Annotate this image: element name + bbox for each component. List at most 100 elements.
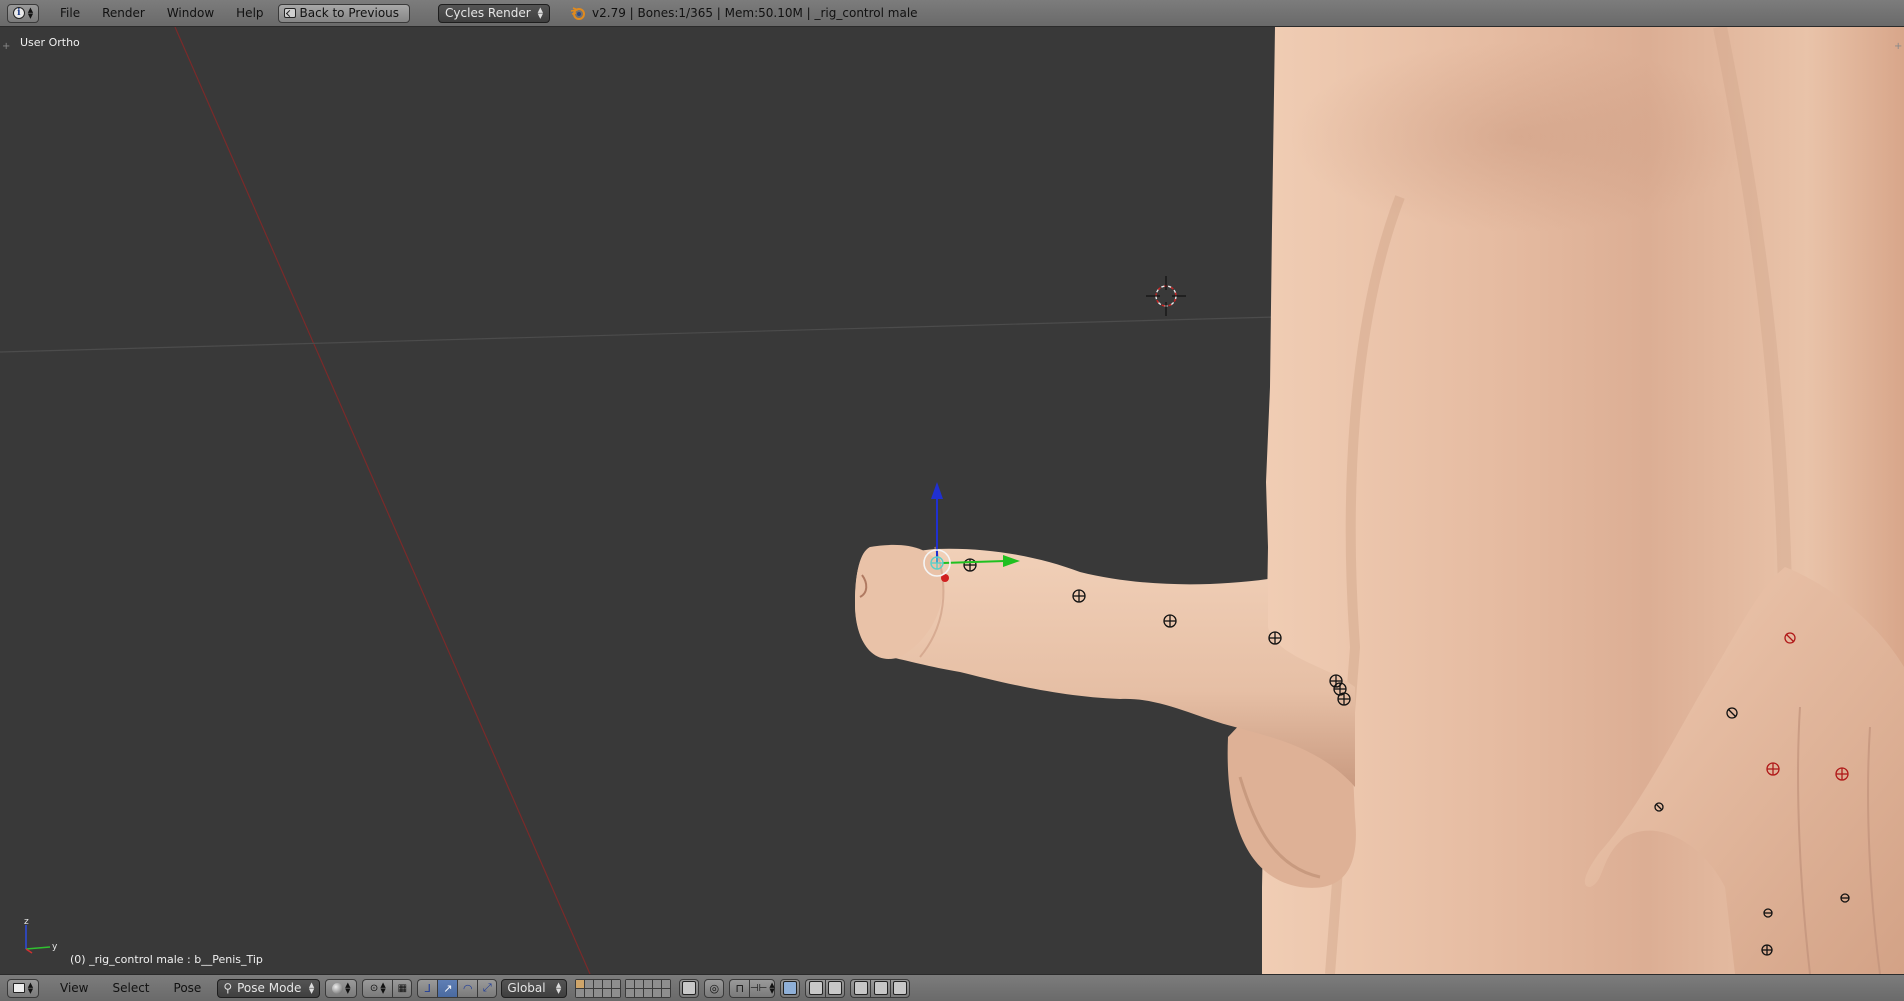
layer-button[interactable] <box>644 979 653 988</box>
transform-orientation-select[interactable]: Global ▲ ▼ <box>501 978 568 998</box>
active-object-label: (0) _rig_control male : b__Penis_Tip <box>70 953 263 966</box>
layer-button[interactable] <box>626 988 635 997</box>
layer-button[interactable] <box>612 979 621 988</box>
viewport-scene[interactable] <box>0 27 1904 974</box>
manipulator-rotate-button[interactable]: ◠ <box>457 978 478 998</box>
interaction-mode-value: Pose Mode <box>237 981 302 995</box>
updown-arrows-icon: ▲ ▼ <box>555 981 562 995</box>
editor-type-button[interactable]: ▲ ▼ <box>7 978 39 998</box>
paste-pose-button[interactable] <box>825 978 846 998</box>
scene-layers[interactable] <box>575 978 672 998</box>
shading-sphere-icon <box>332 982 344 994</box>
render-engine-select[interactable]: Cycles Render ▲ ▼ <box>438 3 551 23</box>
render-animation-viewport-button[interactable] <box>870 978 891 998</box>
rotate-arc-icon: ◠ <box>463 981 473 995</box>
updown-arrows-icon: ▲ ▼ <box>537 6 544 20</box>
pivot-point-icon: ⊙ <box>369 982 379 994</box>
proportional-editing-icon: ◎ <box>709 981 720 995</box>
manipulator-toggle-button[interactable]: ⅃ <box>417 978 438 998</box>
layer-button[interactable] <box>585 988 594 997</box>
camera-icon <box>853 981 868 995</box>
manipulator-scale-button[interactable]: ⤢ <box>477 978 498 998</box>
bone-joint[interactable] <box>1761 944 1773 956</box>
copy-pose-button[interactable] <box>805 978 826 998</box>
layer-button[interactable] <box>603 988 612 997</box>
copy-pose-icon <box>808 981 823 995</box>
layer-button[interactable] <box>594 988 603 997</box>
region-toggle-left-icon[interactable]: + <box>2 42 10 52</box>
translate-arrow-icon: ↗ <box>443 981 453 995</box>
lock-camera-layers-button[interactable] <box>679 978 700 998</box>
menu-select[interactable]: Select <box>100 981 161 995</box>
render-border-button[interactable] <box>890 978 911 998</box>
pivot-only-locations-button[interactable]: ▦ <box>392 978 413 998</box>
info-icon: i <box>12 7 25 19</box>
layer-button[interactable] <box>585 979 594 988</box>
menu-view[interactable]: View <box>48 981 100 995</box>
editor-type-button[interactable]: i ▲ ▼ <box>7 3 39 23</box>
menu-window[interactable]: Window <box>156 6 225 20</box>
bone-joint[interactable] <box>1835 767 1849 781</box>
layer-button[interactable] <box>653 979 662 988</box>
magnet-icon: ⊓ <box>735 981 745 995</box>
selected-bone-joint[interactable] <box>930 556 944 570</box>
abdomen-shading <box>1290 42 1750 232</box>
menu-file[interactable]: File <box>49 6 91 20</box>
lock-layers-icon <box>682 981 697 995</box>
manipulator-z-arrow[interactable] <box>931 482 943 499</box>
proportional-editing-button[interactable]: ◎ <box>704 978 725 998</box>
render-viewport-button[interactable] <box>850 978 871 998</box>
layer-button[interactable] <box>576 979 585 988</box>
updown-arrows-icon: ▲ ▼ <box>27 981 34 995</box>
snap-toggle-button[interactable]: ⊓ <box>729 978 750 998</box>
layer-button[interactable] <box>594 979 603 988</box>
bone-joint[interactable] <box>1268 631 1282 645</box>
pivot-point-select[interactable]: ⊙ ▲ ▼ <box>362 978 393 998</box>
layer-button[interactable] <box>576 988 585 997</box>
layer-button[interactable] <box>626 979 635 988</box>
updown-arrows-icon: ▲ ▼ <box>345 981 351 995</box>
render-engine-value: Cycles Render <box>445 6 531 20</box>
onion-skin-button[interactable] <box>780 978 801 998</box>
gizmo-z-label: z <box>24 917 29 927</box>
3d-viewport[interactable]: User Ortho (0) _rig_control male : b__Pe… <box>0 27 1904 974</box>
pose-mode-icon: ⚲ <box>223 981 233 995</box>
updown-arrows-icon: ▲ ▼ <box>308 981 315 995</box>
blender-window: i ▲ ▼ File Render Window Help Back to Pre… <box>0 0 1904 1001</box>
3d-cursor-icon[interactable] <box>1146 276 1186 316</box>
layer-button[interactable] <box>635 988 644 997</box>
onion-skin-icon <box>783 981 798 995</box>
layer-button[interactable] <box>603 979 612 988</box>
bone-joint[interactable] <box>1337 692 1351 706</box>
3d-view-header: ▲ ▼ View Select Pose ⚲ Pose Mode ▲ ▼ ▲ ▼ ⊙ … <box>0 974 1904 1001</box>
bone-joint[interactable] <box>1072 589 1086 603</box>
layer-block-2[interactable] <box>625 978 672 998</box>
bone-joint[interactable] <box>1766 762 1780 776</box>
gizmo-y-label: y <box>52 942 58 952</box>
updown-arrows-icon: ▲ ▼ <box>27 6 34 20</box>
interaction-mode-select[interactable]: ⚲ Pose Mode ▲ ▼ <box>217 978 321 998</box>
clapper-icon <box>873 981 888 995</box>
viewport-shading-select[interactable]: ▲ ▼ <box>325 978 358 998</box>
bone-joint[interactable] <box>1163 614 1177 628</box>
updown-arrows-icon: ▲ ▼ <box>380 981 386 995</box>
layer-button[interactable] <box>635 979 644 988</box>
menu-render[interactable]: Render <box>91 6 156 20</box>
layer-button[interactable] <box>612 988 621 997</box>
layer-button[interactable] <box>653 988 662 997</box>
layer-block-1[interactable] <box>575 978 622 998</box>
layer-button[interactable] <box>662 988 671 997</box>
menu-help[interactable]: Help <box>225 6 274 20</box>
view-axis-gizmo: z y <box>24 917 58 954</box>
back-to-previous-button[interactable]: Back to Previous <box>277 3 411 23</box>
layer-button[interactable] <box>662 979 671 988</box>
snap-element-select[interactable]: ⊣⊢ ▲ ▼ <box>749 978 776 998</box>
blender-logo-icon <box>570 7 586 20</box>
bone-joint[interactable] <box>963 558 977 572</box>
region-toggle-right-icon[interactable]: + <box>1894 42 1902 52</box>
manipulator-translate-button[interactable]: ↗ <box>437 978 458 998</box>
menu-pose[interactable]: Pose <box>162 981 214 995</box>
manipulator-icon: ⅃ <box>424 981 431 995</box>
paste-pose-icon <box>828 981 843 995</box>
layer-button[interactable] <box>644 988 653 997</box>
